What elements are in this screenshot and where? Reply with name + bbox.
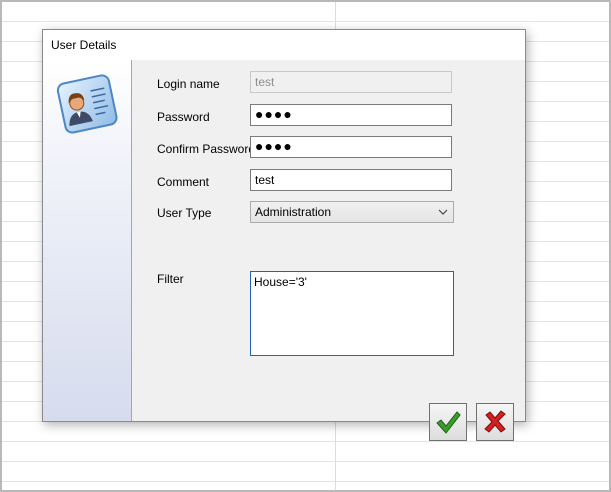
password-label: Password bbox=[157, 110, 210, 124]
confirm-password-label: Confirm Password bbox=[157, 142, 256, 156]
dialog-title: User Details bbox=[51, 38, 117, 52]
id-card-user-icon bbox=[55, 70, 119, 136]
cancel-button[interactable] bbox=[476, 403, 514, 441]
comment-field[interactable]: test bbox=[250, 169, 452, 191]
password-field[interactable]: ●●●● bbox=[250, 104, 452, 126]
ok-button[interactable] bbox=[429, 403, 467, 441]
login-name-label: Login name bbox=[157, 77, 220, 91]
dialog-titlebar[interactable]: User Details bbox=[43, 30, 525, 60]
confirm-password-field[interactable]: ●●●● bbox=[250, 136, 452, 158]
filter-label: Filter bbox=[157, 272, 184, 286]
checkmark-icon bbox=[436, 411, 461, 434]
dialog-side-panel bbox=[43, 60, 132, 421]
form-area: Login name test Password ●●●● Confirm Pa… bbox=[132, 60, 525, 441]
login-name-field: test bbox=[250, 71, 452, 93]
comment-label: Comment bbox=[157, 175, 210, 189]
red-x-icon bbox=[484, 410, 506, 433]
user-type-selected-value: Administration bbox=[255, 205, 332, 219]
chevron-down-icon bbox=[438, 209, 448, 215]
user-type-label: User Type bbox=[157, 206, 212, 220]
filter-textarea[interactable]: House='3' bbox=[250, 271, 454, 356]
user-type-select[interactable]: Administration bbox=[250, 201, 454, 223]
user-details-dialog: User Details Login name test Password ●●… bbox=[42, 29, 526, 441]
